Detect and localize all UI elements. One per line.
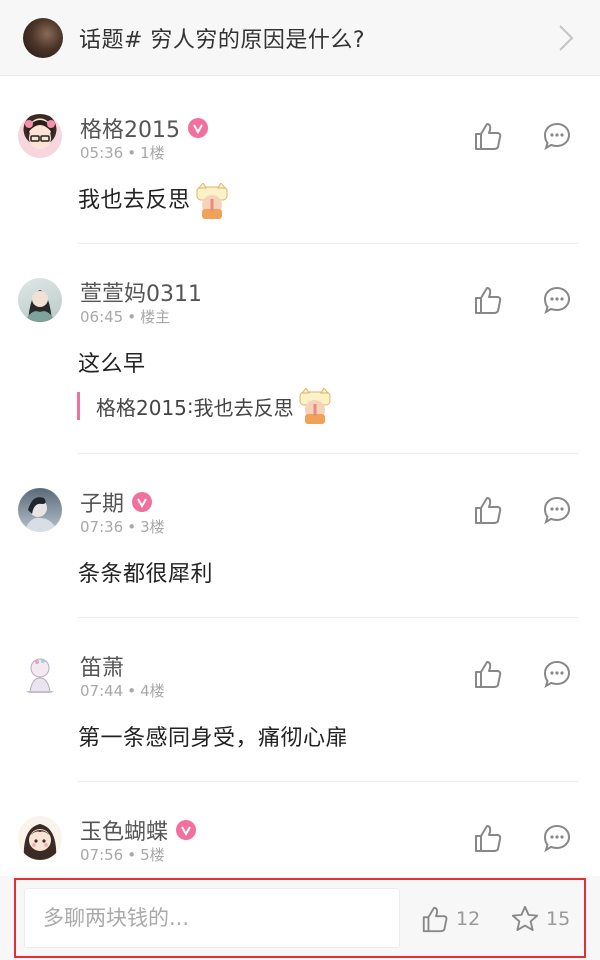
comment-input[interactable] bbox=[24, 888, 400, 948]
comment-time: 07:36 bbox=[80, 518, 124, 536]
like-icon[interactable] bbox=[472, 284, 504, 316]
quote-text: 我也去反思 bbox=[193, 395, 294, 420]
verified-icon bbox=[132, 492, 153, 512]
comment-text: 我也去反思 bbox=[78, 182, 231, 219]
verified-icon bbox=[176, 820, 197, 840]
divider bbox=[78, 243, 578, 244]
meta-dot: • bbox=[127, 308, 137, 326]
comment-text-content: 这么早 bbox=[78, 352, 146, 377]
reply-icon[interactable] bbox=[541, 120, 573, 152]
comment-author[interactable]: 笛萧 bbox=[80, 650, 124, 682]
avatar[interactable] bbox=[18, 652, 62, 696]
divider bbox=[78, 453, 578, 454]
quoted-reply[interactable]: 格格2015: 我也去反思 bbox=[77, 387, 334, 424]
comment-meta: 06:45 • 楼主 bbox=[80, 306, 170, 327]
reply-icon[interactable] bbox=[541, 822, 573, 854]
quote-separator: : bbox=[186, 394, 194, 418]
meta-dot: • bbox=[127, 518, 137, 536]
comment-author-name: 玉色蝴蝶 bbox=[80, 820, 169, 845]
comment-floor: 楼主 bbox=[140, 308, 171, 326]
comment-floor: 3楼 bbox=[140, 518, 165, 536]
like-icon bbox=[422, 906, 448, 933]
reply-icon[interactable] bbox=[541, 494, 573, 526]
comment-text: 条条都很犀利 bbox=[78, 556, 213, 588]
like-icon[interactable] bbox=[472, 494, 504, 526]
like-count: 12 bbox=[456, 908, 481, 930]
like-icon[interactable] bbox=[472, 120, 504, 152]
avatar[interactable] bbox=[18, 488, 62, 532]
comment-time: 07:44 bbox=[80, 682, 124, 700]
comment-author-name: 萱萱妈0311 bbox=[80, 282, 202, 307]
comment-text-content: 第一条感同身受，痛彻心扉 bbox=[78, 726, 349, 751]
meta-dot: • bbox=[127, 846, 137, 864]
divider bbox=[78, 781, 578, 782]
comment-item: 格格2015 05:36 • 1楼 我也去反思 bbox=[0, 86, 600, 246]
like-icon[interactable] bbox=[472, 822, 504, 854]
comment-item: 子期 07:36 • 3楼 条条都很犀利 bbox=[0, 460, 600, 620]
comment-author-name: 笛萧 bbox=[80, 656, 125, 681]
comment-time: 07:56 bbox=[80, 846, 124, 864]
comment-meta: 05:36 • 1楼 bbox=[80, 142, 165, 163]
avatar[interactable] bbox=[18, 114, 62, 158]
comment-author[interactable]: 萱萱妈0311 bbox=[80, 276, 202, 308]
quote-author: 格格2015 bbox=[96, 395, 187, 420]
comment-author[interactable]: 格格2015 bbox=[80, 112, 208, 144]
comment-meta: 07:44 • 4楼 bbox=[80, 680, 165, 701]
comment-text-content: 条条都很犀利 bbox=[78, 562, 214, 587]
like-button[interactable]: 12 bbox=[420, 904, 480, 934]
topic-avatar bbox=[23, 17, 63, 58]
shh-cat-emoji-icon bbox=[296, 387, 334, 424]
comment-author[interactable]: 子期 bbox=[80, 486, 153, 518]
comment-floor: 4楼 bbox=[140, 682, 165, 700]
comment-author-name: 格格2015 bbox=[80, 118, 180, 143]
comment-meta: 07:36 • 3楼 bbox=[80, 516, 165, 537]
reply-icon[interactable] bbox=[541, 658, 573, 690]
divider bbox=[78, 617, 578, 618]
comment-item: 笛萧 07:44 • 4楼 第一条感同身受，痛彻心扉 bbox=[0, 624, 600, 784]
reply-icon[interactable] bbox=[541, 284, 573, 316]
topic-title: 话题# 穷人穷的原因是什么? bbox=[79, 27, 366, 53]
comment-time: 06:45 bbox=[80, 308, 124, 326]
comment-item: 玉色蝴蝶 07:56 • 5楼 bbox=[0, 788, 600, 876]
comment-text-content: 我也去反思 bbox=[78, 188, 191, 213]
comment-time: 05:36 bbox=[80, 144, 124, 162]
meta-dot: • bbox=[127, 144, 137, 162]
comment-text: 这么早 bbox=[78, 346, 146, 378]
star-icon bbox=[511, 905, 539, 931]
comment-floor: 1楼 bbox=[140, 144, 165, 162]
like-icon[interactable] bbox=[472, 658, 504, 690]
quote-bar bbox=[77, 392, 80, 420]
star-count: 15 bbox=[546, 908, 571, 930]
avatar[interactable] bbox=[18, 816, 62, 860]
comment-floor: 5楼 bbox=[140, 846, 165, 864]
bottom-action-bar: 12 15 bbox=[0, 876, 600, 960]
verified-icon bbox=[188, 118, 208, 138]
topic-header[interactable]: 话题# 穷人穷的原因是什么? bbox=[0, 0, 600, 76]
shh-cat-emoji-icon bbox=[193, 182, 231, 219]
comment-meta: 07:56 • 5楼 bbox=[80, 844, 165, 865]
avatar[interactable] bbox=[18, 278, 62, 322]
chevron-right-icon[interactable] bbox=[546, 18, 586, 58]
comment-text: 第一条感同身受，痛彻心扉 bbox=[78, 720, 348, 752]
comment-item: 萱萱妈0311 06:45 • 楼主 这么早 格格2015: 我也去反思 bbox=[0, 250, 600, 456]
meta-dot: • bbox=[127, 682, 137, 700]
favorite-button[interactable]: 15 bbox=[510, 904, 570, 934]
comment-author-name: 子期 bbox=[80, 492, 125, 517]
comment-author[interactable]: 玉色蝴蝶 bbox=[80, 814, 197, 846]
